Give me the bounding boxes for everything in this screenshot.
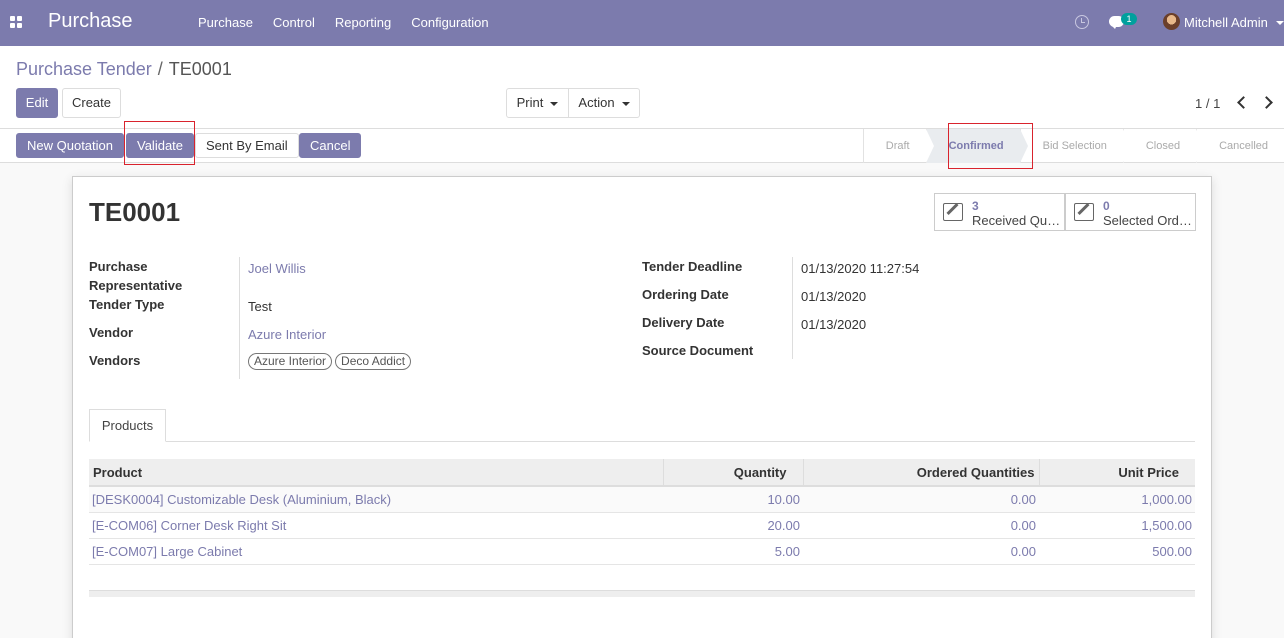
pager-next-icon[interactable] xyxy=(1260,96,1273,109)
activity-clock-icon[interactable] xyxy=(1075,15,1089,29)
edit-pen-icon xyxy=(1074,203,1094,221)
table-header-row: Product Quantity Ordered Quantities Unit… xyxy=(89,459,1195,487)
vendor-value[interactable]: Azure Interior xyxy=(248,327,326,342)
stage-pipeline: Draft Confirmed Bid Selection Closed Can… xyxy=(862,129,1284,163)
stage-bid-selection[interactable]: Bid Selection xyxy=(1019,129,1132,163)
sent-by-email-button[interactable]: Sent By Email xyxy=(195,133,299,158)
cell-ordered-quantities[interactable]: 0.00 xyxy=(803,486,1039,513)
cell-ordered-quantities[interactable]: 0.00 xyxy=(803,512,1039,539)
table-row[interactable]: [E-COM07] Large Cabinet 5.00 0.00 500.00 xyxy=(89,538,1195,565)
stage-confirmed[interactable]: Confirmed xyxy=(925,129,1028,163)
control-panel: Purchase Tender / TE0001 Edit Create Print… xyxy=(0,46,1284,129)
stage-draft[interactable]: Draft xyxy=(862,129,934,163)
table-row[interactable]: [DESK0004] Customizable Desk (Aluminium,… xyxy=(89,486,1195,513)
edit-pen-icon xyxy=(943,203,963,221)
app-brand: Purchase xyxy=(48,10,133,32)
cell-product[interactable]: [DESK0004] Customizable Desk (Aluminium,… xyxy=(89,486,663,513)
cell-quantity[interactable]: 10.00 xyxy=(663,486,803,513)
delivery-date-value[interactable]: 01/13/2020 xyxy=(801,317,866,332)
record-title: TE0001 xyxy=(89,197,181,227)
tab-products[interactable]: Products xyxy=(89,409,166,442)
menu-configuration[interactable]: Configuration xyxy=(401,0,498,46)
selected-orders-button[interactable]: 0 Selected Orders xyxy=(1065,193,1196,231)
selected-orders-count: 0 xyxy=(1103,199,1110,213)
tender-deadline-value[interactable]: 01/13/2020 11:27:54 xyxy=(801,261,919,276)
received-quotations-count: 3 xyxy=(972,199,979,213)
cell-product[interactable]: [E-COM06] Corner Desk Right Sit xyxy=(89,512,663,539)
stage-cancelled[interactable]: Cancelled xyxy=(1196,129,1284,163)
cell-quantity[interactable]: 20.00 xyxy=(663,512,803,539)
edit-button[interactable]: Edit xyxy=(16,88,58,118)
status-bar: New Quotation Validate Sent By Email Can… xyxy=(0,129,1284,163)
vendors-tags: Azure Interior Deco Addict xyxy=(248,353,414,370)
purchase-representative-value[interactable]: Joel Willis xyxy=(248,261,306,276)
user-menu-caret-icon[interactable] xyxy=(1276,21,1284,25)
action-label: Action xyxy=(578,95,615,110)
cell-unit-price[interactable]: 500.00 xyxy=(1039,538,1195,565)
tender-type-label: Tender Type xyxy=(89,297,165,312)
right-group-separator xyxy=(792,257,793,359)
vendor-label: Vendor xyxy=(89,325,134,340)
menu-reporting[interactable]: Reporting xyxy=(325,0,401,46)
action-caret-icon xyxy=(621,101,630,106)
cell-product[interactable]: [E-COM07] Large Cabinet xyxy=(89,538,663,565)
tab-divider xyxy=(89,441,1195,442)
delivery-date-label: Delivery Date xyxy=(642,315,725,330)
table-footer xyxy=(89,590,1195,597)
main-menu: Purchase Control Reporting Configuration xyxy=(188,0,499,46)
create-button[interactable]: Create xyxy=(62,88,121,118)
action-dropdown[interactable]: Action xyxy=(568,88,640,118)
received-quotations-label: Received Quotations xyxy=(972,213,1062,228)
messages-count-badge: 1 xyxy=(1121,13,1137,25)
ordering-date-value[interactable]: 01/13/2020 xyxy=(801,289,866,304)
ordering-date-label: Ordering Date xyxy=(642,287,729,302)
received-quotations-button[interactable]: 3 Received Quotations xyxy=(934,193,1065,231)
cell-unit-price[interactable]: 1,000.00 xyxy=(1039,486,1195,513)
pager-value[interactable]: 1 / 1 xyxy=(1195,96,1220,111)
cell-quantity[interactable]: 5.00 xyxy=(663,538,803,565)
user-menu[interactable]: Mitchell Admin xyxy=(1184,15,1268,30)
stage-closed[interactable]: Closed xyxy=(1122,129,1205,163)
purchase-representative-label: Purchase Representative xyxy=(89,259,183,293)
cell-unit-price[interactable]: 1,500.00 xyxy=(1039,512,1195,539)
menu-purchase[interactable]: Purchase xyxy=(188,0,263,46)
breadcrumb-parent-link[interactable]: Purchase Tender xyxy=(16,59,152,79)
menu-control[interactable]: Control xyxy=(263,0,325,46)
cell-ordered-quantities[interactable]: 0.00 xyxy=(803,538,1039,565)
breadcrumb-current: TE0001 xyxy=(168,59,232,79)
vendors-label: Vendors xyxy=(89,353,141,368)
user-avatar[interactable] xyxy=(1163,13,1180,30)
table-row[interactable]: [E-COM06] Corner Desk Right Sit 20.00 0.… xyxy=(89,512,1195,539)
vendor-tag-azure-interior[interactable]: Azure Interior xyxy=(248,353,333,370)
form-sheet: TE0001 3 Received Quotations 0 Selected … xyxy=(72,176,1212,638)
top-navbar: Purchase Purchase Control Reporting Conf… xyxy=(0,0,1284,46)
col-header-ordered-quantities[interactable]: Ordered Quantities xyxy=(802,459,1039,487)
print-dropdown[interactable]: Print xyxy=(506,88,569,118)
col-header-unit-price[interactable]: Unit Price xyxy=(1038,459,1195,487)
source-document-label: Source Document xyxy=(642,343,754,358)
col-header-quantity[interactable]: Quantity xyxy=(662,459,803,487)
breadcrumb-separator: / xyxy=(157,59,163,79)
vendor-tag-deco-addict[interactable]: Deco Addict xyxy=(335,353,412,370)
print-label: Print xyxy=(516,95,544,110)
left-group-separator xyxy=(239,257,240,379)
new-quotation-button[interactable]: New Quotation xyxy=(16,133,124,158)
validate-button[interactable]: Validate xyxy=(126,133,195,158)
apps-menu-icon[interactable] xyxy=(10,16,22,28)
products-table: Product Quantity Ordered Quantities Unit… xyxy=(89,459,1195,565)
selected-orders-label: Selected Orders xyxy=(1103,213,1193,228)
pager-previous-icon[interactable] xyxy=(1237,96,1250,109)
col-header-product[interactable]: Product xyxy=(89,459,663,487)
breadcrumb: Purchase Tender / TE0001 xyxy=(16,59,232,80)
tender-type-value[interactable]: Test xyxy=(248,299,272,314)
cancel-button[interactable]: Cancel xyxy=(299,133,362,158)
tender-deadline-label: Tender Deadline xyxy=(642,259,743,274)
print-caret-icon xyxy=(550,101,559,106)
